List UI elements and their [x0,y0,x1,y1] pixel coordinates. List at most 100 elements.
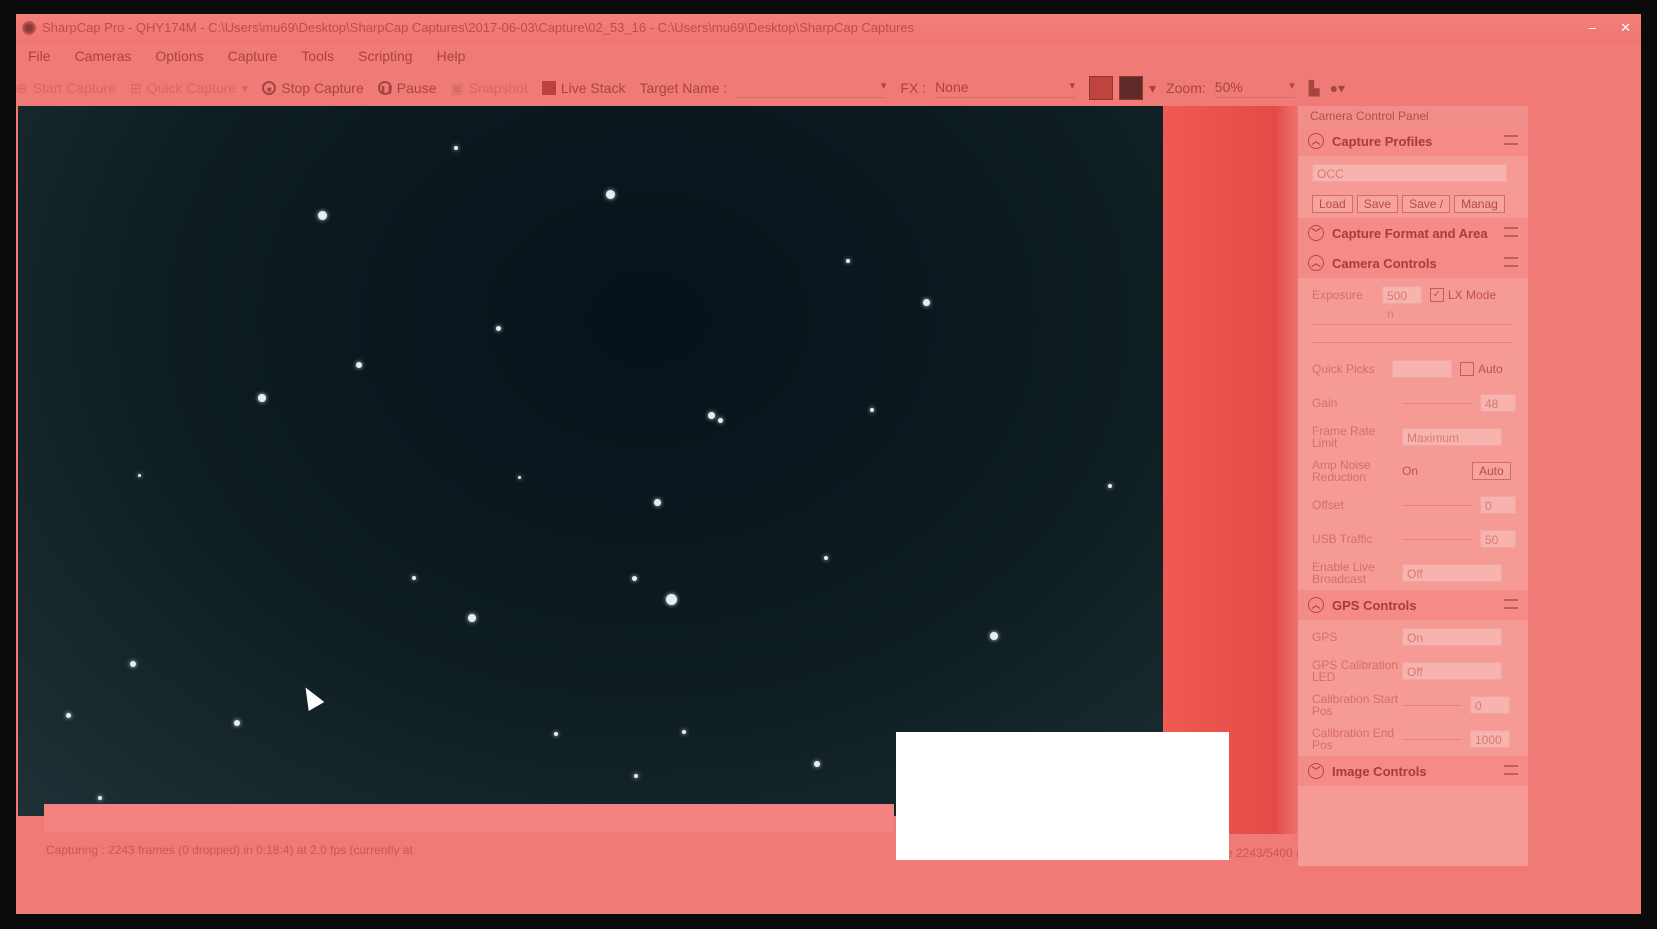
cal-start-slider[interactable] [1402,704,1462,706]
target-name-label: Target Name : [639,80,728,96]
minimize-icon[interactable]: – [1589,14,1596,42]
frame-rate-select[interactable]: Maximum [1402,428,1502,446]
profile-buttons: Load Save Save / Manag [1298,190,1528,218]
target-name-field[interactable]: Target Name : [639,79,886,98]
exposure-input[interactable]: 500 n [1382,286,1422,321]
title-bar: SharpCap Pro - QHY174M - C:\Users\mu69\D… [16,14,1641,42]
manage-button[interactable]: Manag [1454,195,1505,213]
mouse-cursor-icon [297,682,325,712]
preview-scrollbar[interactable] [44,804,894,832]
gain-input[interactable]: 48 [1480,394,1516,412]
monitor-screen: SharpCap Pro - QHY174M - C:\Users\mu69\D… [16,14,1641,914]
exposure-fine-slider[interactable] [1312,342,1512,343]
chevron-up-icon[interactable]: ︿ [1308,255,1324,271]
profile-row: OCC [1298,156,1528,190]
star [98,796,102,800]
broadcast-select[interactable]: Off [1402,564,1502,582]
chevron-up-icon[interactable]: ︿ [1308,133,1324,149]
fx-selector[interactable]: FX : None [900,79,1075,98]
close-icon[interactable]: ✕ [1620,14,1631,42]
offset-slider[interactable] [1402,504,1472,506]
menu-icon[interactable] [1504,599,1518,609]
quick-capture-button[interactable]: ⊞ Quick Capture ▾ [130,80,248,97]
chevron-up-icon[interactable]: ︿ [1308,597,1324,613]
live-stack-label: Live Stack [560,80,626,96]
menu-icon[interactable] [1504,227,1518,237]
save-as-button[interactable]: Save / [1402,195,1451,213]
star [718,418,723,423]
star [554,732,558,736]
offset-label: Offset [1312,498,1344,512]
star [412,576,416,580]
cal-end-input[interactable]: 1000 [1470,730,1510,748]
camera-controls-header[interactable]: ︿ Camera Controls [1298,248,1528,278]
zoom-label: Zoom: [1166,80,1206,96]
histogram-icon[interactable]: ▙ [1309,80,1320,97]
zoom-control[interactable]: Zoom: 50% [1166,79,1295,98]
camera-preview[interactable] [18,106,1163,816]
exposure-slider[interactable] [1312,324,1512,325]
live-stack-button[interactable]: Live Stack [541,80,626,96]
menu-help[interactable]: Help [425,48,478,64]
quick-picks-select[interactable] [1392,360,1452,378]
menu-capture[interactable]: Capture [216,48,290,64]
camera-icon: ▣ [450,79,464,96]
image-controls-header[interactable]: ﹀ Image Controls [1298,756,1528,786]
lx-mode-label: LX Mode [1448,288,1497,302]
amp-noise-value[interactable]: On [1402,464,1472,478]
gps-led-select[interactable]: Off [1402,662,1502,680]
save-button[interactable]: Save [1356,195,1399,213]
menu-icon[interactable] [1504,257,1518,267]
menu-icon[interactable] [1504,135,1518,145]
target-name-dropdown[interactable] [736,79,886,98]
quick-picks-label: Quick Picks [1312,362,1375,376]
gps-row: GPS On [1298,620,1528,654]
settings-icon[interactable]: ●▾ [1330,80,1345,97]
star [468,614,476,622]
menu-cameras[interactable]: Cameras [63,48,144,64]
window-title: SharpCap Pro - QHY174M - C:\Users\mu69\D… [42,20,915,35]
chevron-down-icon[interactable]: ▾ [241,80,248,97]
gain-slider[interactable] [1402,402,1472,404]
star [846,259,850,263]
display-options-button[interactable] [1119,76,1144,100]
snapshot-button[interactable]: ▣ Snapshot [450,80,527,97]
menu-options[interactable]: Options [143,48,215,64]
usb-traffic-slider[interactable] [1402,538,1472,540]
cal-start-input[interactable]: 0 [1470,696,1510,714]
pause-icon: ❚❚ [377,81,393,95]
histogram-toggle-button[interactable] [1089,76,1114,100]
gps-controls-header[interactable]: ︿ GPS Controls [1298,590,1528,620]
menu-icon[interactable] [1504,765,1518,775]
gps-select[interactable]: On [1402,628,1502,646]
start-capture-button[interactable]: ⊕ Start Capture [16,80,116,97]
capture-format-header[interactable]: ﹀ Capture Format and Area [1298,218,1528,248]
profile-select[interactable]: OCC [1312,164,1507,182]
menu-tools[interactable]: Tools [289,48,346,64]
zoom-dropdown[interactable]: 50% [1214,79,1295,98]
chevron-down-icon[interactable]: ﹀ [1308,763,1324,779]
chevron-down-icon[interactable]: ▾ [1149,80,1156,97]
auto-checkbox[interactable] [1460,362,1474,376]
menu-file[interactable]: File [16,48,63,64]
quick-capture-label: Quick Capture [146,80,237,96]
fx-dropdown[interactable]: None [935,79,1075,98]
capture-profiles-header[interactable]: ︿ Capture Profiles [1298,126,1528,156]
star [632,576,637,581]
menu-scripting[interactable]: Scripting [346,48,424,64]
cal-end-slider[interactable] [1402,738,1462,740]
frame-rate-row: Frame Rate Limit Maximum [1298,420,1528,454]
stop-capture-button[interactable]: ■ Stop Capture [262,80,364,96]
snapshot-label: Snapshot [468,80,528,96]
amp-noise-auto-button[interactable]: Auto [1472,462,1511,480]
star [454,146,458,150]
pause-button[interactable]: ❚❚ Pause [377,80,436,96]
load-button[interactable]: Load [1312,195,1353,213]
lx-mode-checkbox[interactable]: ✓ [1430,288,1444,302]
usb-traffic-input[interactable]: 50 [1480,530,1516,548]
gps-led-row: GPS Calibration LED Off [1298,654,1528,688]
broadcast-row: Enable Live Broadcast Off [1298,556,1528,590]
offset-input[interactable]: 0 [1480,496,1516,514]
star [1108,484,1112,488]
chevron-down-icon[interactable]: ﹀ [1308,225,1324,241]
